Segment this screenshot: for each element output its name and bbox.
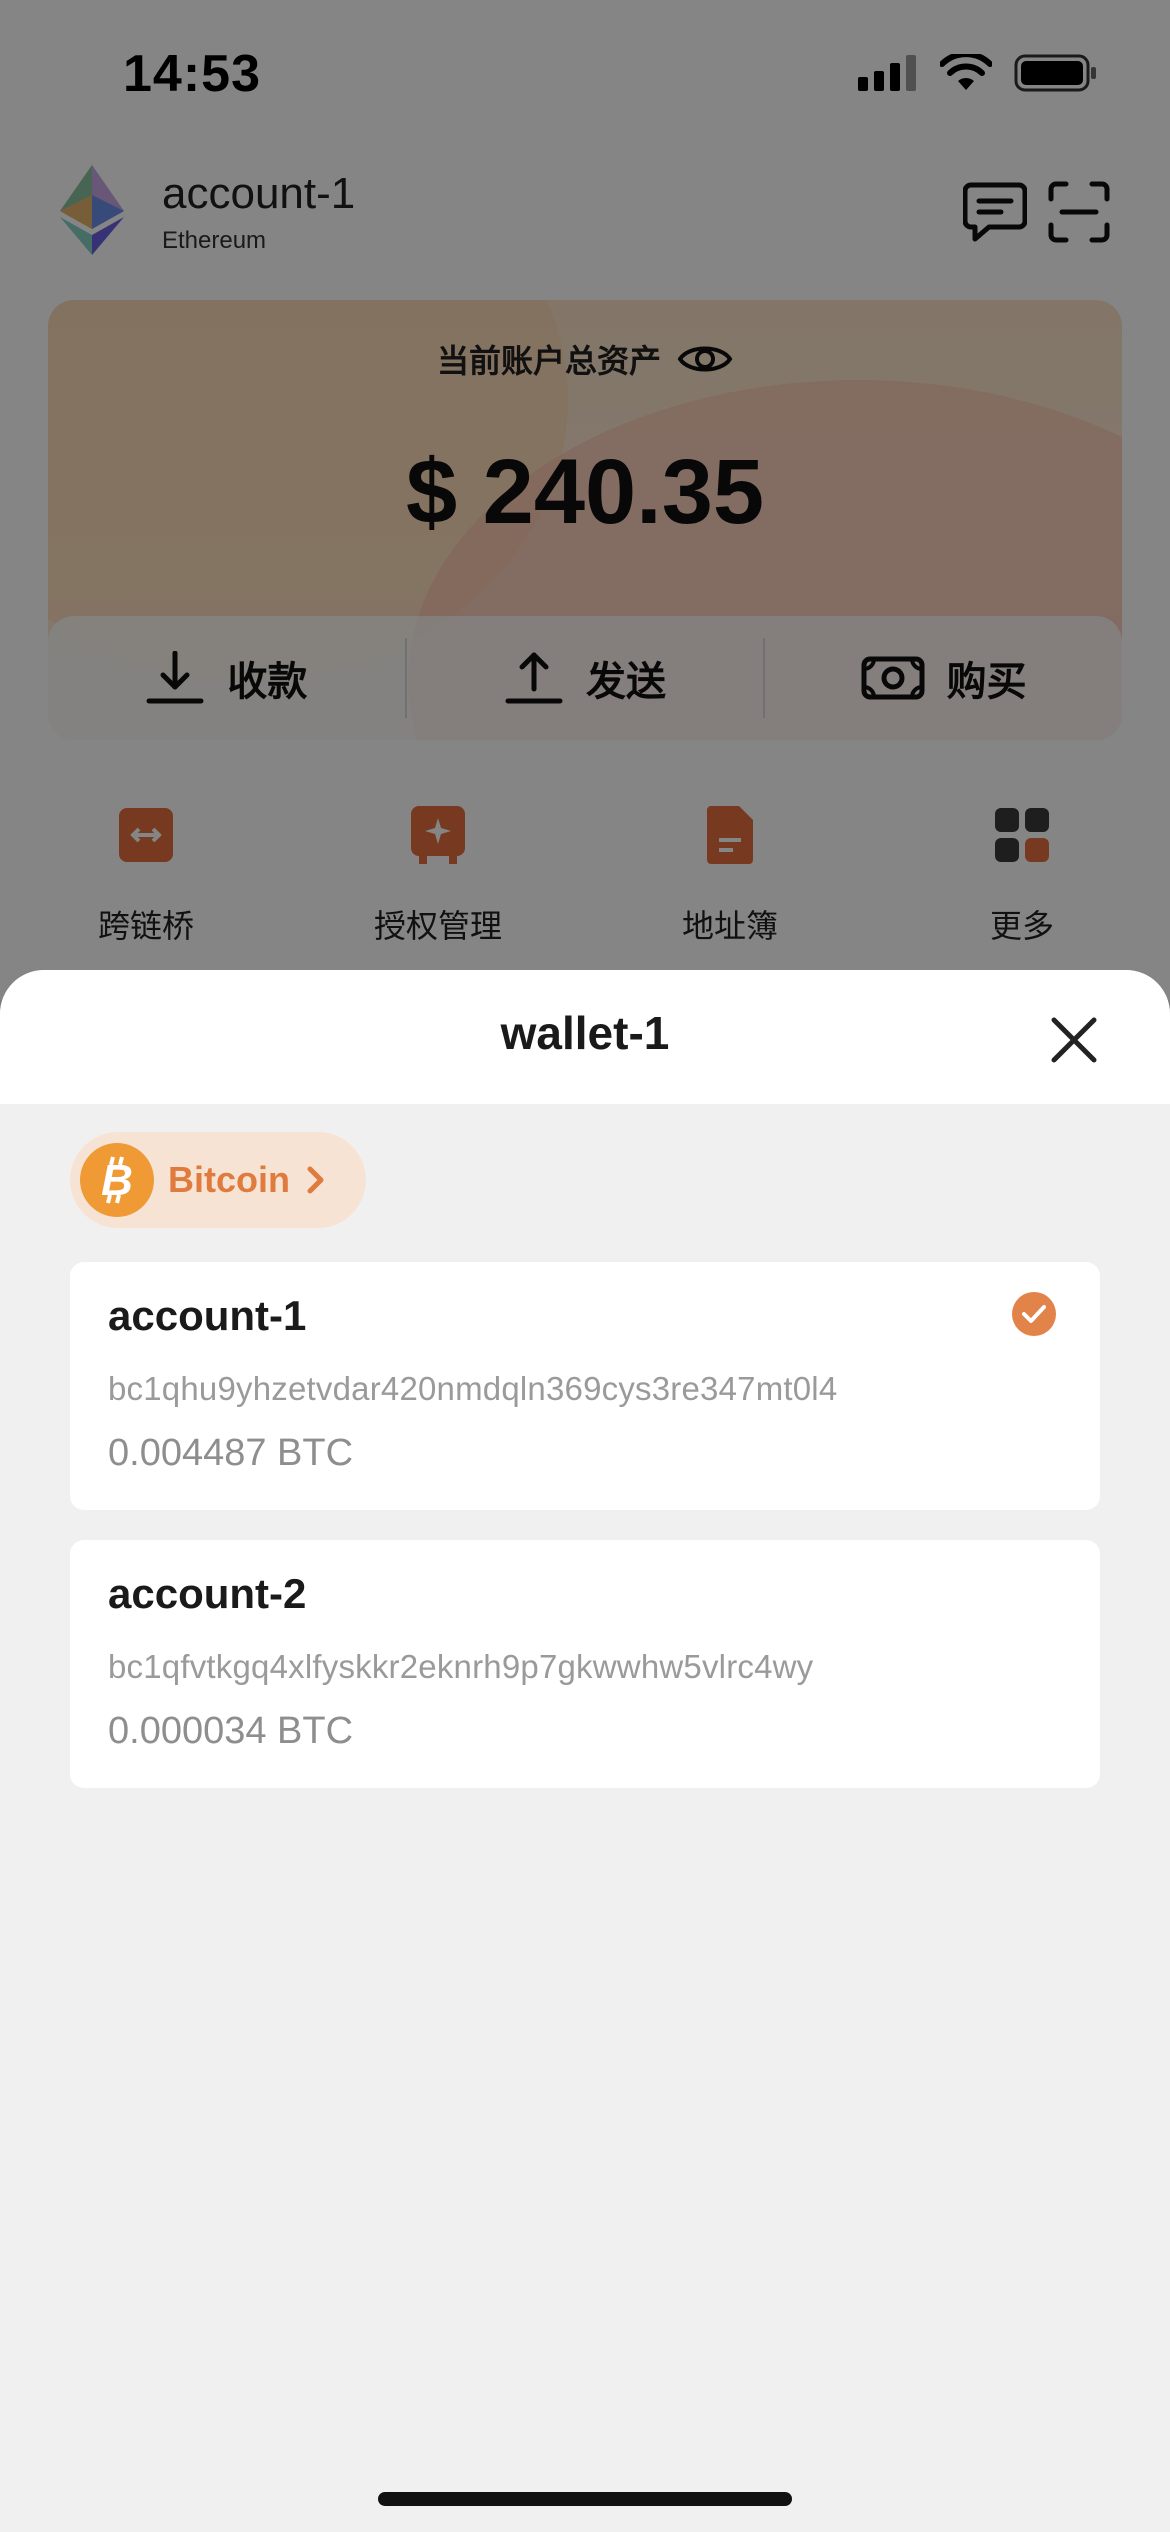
account-card-name: account-1: [108, 1292, 307, 1339]
close-button[interactable]: [1044, 1010, 1104, 1070]
bitcoin-symbol-icon: B: [101, 1156, 133, 1205]
account-card[interactable]: account-2 bc1qfvtkgq4xlfyskkr2eknrh9p7gk…: [70, 1540, 1100, 1788]
chain-selector[interactable]: B Bitcoin: [70, 1132, 366, 1228]
account-card-balance: 0.004487 BTC: [108, 1432, 354, 1474]
account-card-address: bc1qhu9yhzetvdar420nmdqln369cys3re347mt0…: [108, 1370, 838, 1407]
account-card-address: bc1qfvtkgq4xlfyskkr2eknrh9p7gkwwhw5vlrc4…: [108, 1648, 814, 1685]
sheet-header: wallet-1: [0, 970, 1170, 1104]
account-card-balance: 0.000034 BTC: [108, 1710, 354, 1752]
account-card[interactable]: account-1 bc1qhu9yhzetvdar420nmdqln369cy…: [70, 1262, 1100, 1510]
chain-selector-label: Bitcoin: [168, 1159, 290, 1200]
bitcoin-icon: B: [80, 1143, 154, 1217]
home-indicator: [378, 2492, 792, 2506]
account-picker-sheet: wallet-1 B Bitcoin account-1 bc1qhu9yhze…: [0, 970, 1170, 2532]
sheet-title: wallet-1: [500, 1007, 670, 1059]
chevron-right-icon: [307, 1166, 324, 1194]
account-card-name: account-2: [108, 1570, 307, 1617]
selected-check-icon: [1012, 1292, 1056, 1336]
close-icon: [1051, 1017, 1097, 1063]
